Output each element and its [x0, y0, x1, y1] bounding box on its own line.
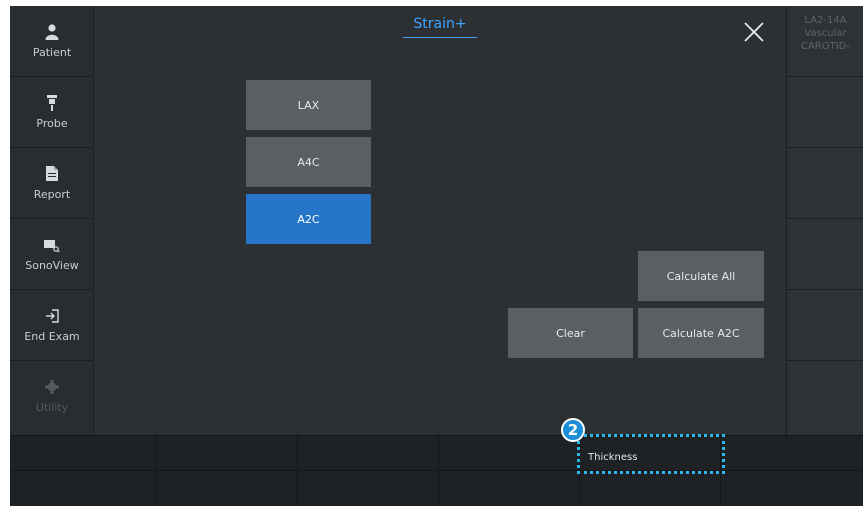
person-icon: [44, 23, 60, 40]
calculate-a2c-button[interactable]: Calculate A2C: [638, 308, 764, 358]
sidebar-item-label: Report: [33, 187, 71, 201]
sidebar-item-sonoview[interactable]: SonoView: [10, 219, 94, 290]
probe-info: LA2-14A Vascular CAROTID-: [787, 6, 863, 77]
sidebar-item-probe[interactable]: Probe: [10, 77, 94, 148]
thickness-button[interactable]: Thickness: [577, 434, 725, 474]
softkey[interactable]: [298, 436, 439, 471]
sidebar-item-label: Probe: [36, 116, 68, 130]
softkey[interactable]: [10, 471, 157, 506]
softkey[interactable]: [721, 471, 863, 506]
sidebar-item-label: End Exam: [24, 329, 80, 343]
softkey[interactable]: [298, 471, 439, 506]
view-button-a2c[interactable]: A2C: [246, 194, 371, 244]
view-button-a4c[interactable]: A4C: [246, 137, 371, 187]
clear-button[interactable]: Clear: [508, 308, 633, 358]
probe-icon: [44, 94, 60, 111]
softkey[interactable]: [580, 471, 721, 506]
right-panel-slot[interactable]: [787, 361, 863, 432]
right-panel-slot[interactable]: [787, 290, 863, 361]
callout-number-badge: 2: [561, 418, 585, 442]
close-icon[interactable]: [742, 20, 766, 44]
page-title: Strain+: [403, 16, 477, 38]
softkey[interactable]: [157, 471, 298, 506]
right-panel: LA2-14A Vascular CAROTID-: [786, 6, 863, 435]
sidebar-item-label: Patient: [32, 45, 72, 59]
softkey[interactable]: [10, 436, 157, 471]
preset-name: CAROTID-: [800, 41, 850, 52]
softkey-bar: [10, 435, 863, 506]
gear-icon: [44, 379, 60, 395]
sidebar-item-end-exam[interactable]: End Exam: [10, 290, 94, 361]
application-name: Vascular: [804, 28, 847, 39]
sonoview-icon: [44, 237, 60, 253]
sidebar-item-utility: Utility: [10, 361, 94, 432]
view-button-lax[interactable]: LAX: [246, 80, 371, 130]
calculate-all-button[interactable]: Calculate All: [638, 251, 764, 301]
right-panel-slot[interactable]: [787, 219, 863, 290]
probe-name: LA2-14A: [804, 15, 847, 26]
ultrasound-screen: Patient Probe Report SonoView End Exam U…: [10, 6, 863, 506]
document-icon: [44, 166, 60, 182]
right-panel-slot[interactable]: [787, 148, 863, 219]
sidebar-item-patient[interactable]: Patient: [10, 6, 94, 77]
sidebar-item-label: SonoView: [25, 258, 79, 272]
softkey[interactable]: [157, 436, 298, 471]
softkey[interactable]: [439, 471, 580, 506]
sidebar-item-report[interactable]: Report: [10, 148, 94, 219]
right-panel-slot[interactable]: [787, 77, 863, 148]
softkey[interactable]: [721, 436, 863, 471]
exit-icon: [44, 308, 60, 324]
sidebar-item-label: Utility: [35, 401, 69, 414]
sidebar: Patient Probe Report SonoView End Exam U…: [10, 6, 94, 435]
softkey[interactable]: [439, 436, 580, 471]
